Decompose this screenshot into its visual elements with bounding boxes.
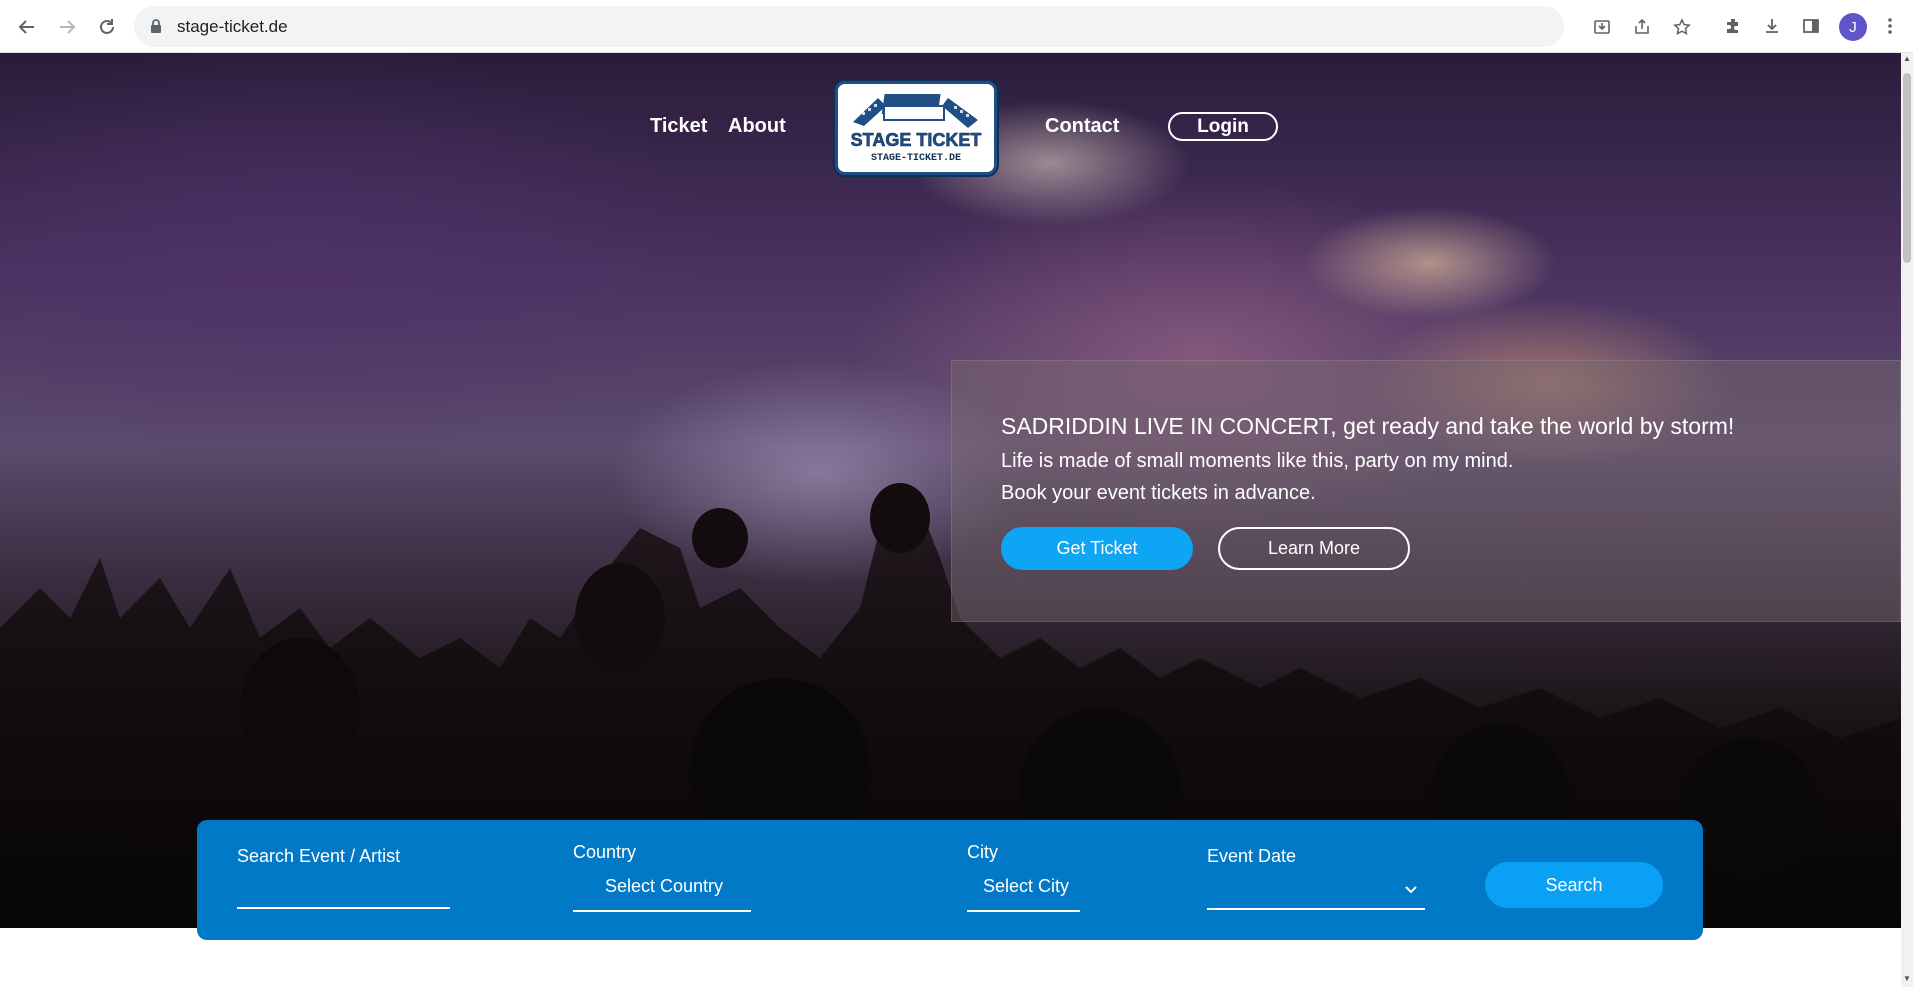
country-underline <box>573 910 751 912</box>
city-select[interactable]: Select City <box>983 876 1069 897</box>
promo-line-1: Life is made of small moments like this,… <box>1001 450 1514 472</box>
event-search-label: Search Event / Artist <box>237 846 401 866</box>
reload-icon[interactable] <box>92 12 122 42</box>
country-label: Country <box>573 842 637 862</box>
promo-card: SADRIDDIN LIVE IN CONCERT, get ready and… <box>951 360 1901 622</box>
back-icon[interactable] <box>12 12 42 42</box>
chevron-down-icon[interactable] <box>1404 882 1418 900</box>
share-icon[interactable] <box>1630 15 1654 39</box>
address-bar[interactable]: stage-ticket.de <box>134 6 1691 47</box>
city-label: City <box>967 842 998 862</box>
scroll-thumb[interactable] <box>1903 73 1911 263</box>
logo-subtitle: STAGE-TICKET.DE <box>871 153 961 164</box>
login-button[interactable]: Login <box>1168 112 1278 141</box>
city-underline <box>967 910 1080 912</box>
lock-icon <box>150 19 162 39</box>
scroll-up-icon[interactable]: ▲ <box>1903 55 1911 63</box>
event-date-label: Event Date <box>1207 846 1297 866</box>
site-logo[interactable]: STAGE TICKET STAGE-TICKET.DE <box>835 81 997 175</box>
country-select[interactable]: Select Country <box>605 876 723 897</box>
learn-more-button[interactable]: Learn More <box>1218 527 1410 570</box>
nav-ticket[interactable]: Ticket <box>650 115 707 138</box>
browser-toolbar: stage-ticket.de J <box>0 0 1913 53</box>
promo-title: SADRIDDIN LIVE IN CONCERT, get ready and… <box>1001 413 1735 439</box>
menu-kebab-icon[interactable] <box>1876 12 1904 40</box>
promo-line-2: Book your event tickets in advance. <box>1001 482 1316 504</box>
hero-section: Ticket About Contact STAGE TICKET STAGE-… <box>0 53 1901 928</box>
get-ticket-button[interactable]: Get Ticket <box>1001 527 1193 570</box>
side-panel-icon[interactable] <box>1797 12 1825 40</box>
event-date-input[interactable] <box>1207 908 1425 910</box>
profile-avatar[interactable]: J <box>1839 13 1867 41</box>
bookmark-star-icon[interactable] <box>1670 15 1694 39</box>
nav-contact[interactable]: Contact <box>1045 115 1119 138</box>
download-icon[interactable] <box>1758 12 1786 40</box>
forward-icon[interactable] <box>52 12 82 42</box>
install-icon[interactable] <box>1590 15 1614 39</box>
extensions-icon[interactable] <box>1719 12 1747 40</box>
nav-about[interactable]: About <box>728 115 786 138</box>
scroll-down-icon[interactable]: ▼ <box>1903 975 1911 983</box>
event-search-input[interactable] <box>237 907 450 909</box>
event-search-bar: Search Event / Artist Country Select Cou… <box>197 820 1703 940</box>
page-scrollbar[interactable]: ▲ ▼ <box>1901 53 1913 987</box>
search-button[interactable]: Search <box>1485 862 1663 908</box>
url-text: stage-ticket.de <box>177 17 288 36</box>
logo-title: STAGE TICKET <box>851 130 982 150</box>
